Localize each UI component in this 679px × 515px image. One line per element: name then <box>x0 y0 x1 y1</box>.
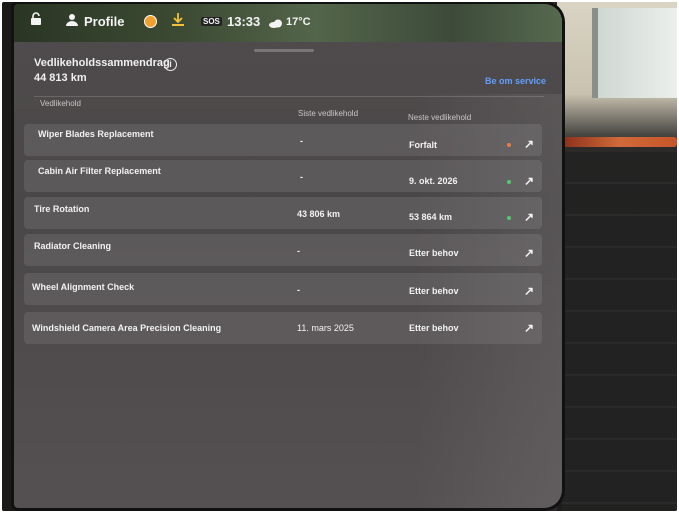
maintenance-name: Cabin Air Filter Replacement <box>38 166 161 176</box>
last-maintenance: 11. mars 2025 <box>297 323 354 333</box>
status-indicator-icon[interactable] <box>144 15 157 28</box>
maintenance-name: Windshield Camera Area Precision Cleanin… <box>32 323 222 333</box>
next-maintenance: Etter behov <box>409 248 459 258</box>
cloud-icon <box>269 16 283 31</box>
sheet-handle[interactable] <box>254 49 314 52</box>
table-row[interactable]: Tire Rotation 43 806 km 53 864 km ↗ <box>24 197 542 229</box>
last-maintenance: - <box>297 285 300 295</box>
arrow-up-right-icon[interactable]: ↗ <box>524 284 534 298</box>
next-maintenance: Forfalt <box>409 140 437 150</box>
maintenance-name: Wheel Alignment Check <box>32 282 135 292</box>
arrow-up-right-icon[interactable]: ↗ <box>524 137 534 151</box>
table-row[interactable]: Wiper Blades Replacement - Forfalt ↗ <box>24 124 542 156</box>
maintenance-name: Wiper Blades Replacement <box>38 129 154 139</box>
request-service-link[interactable]: Be om service <box>485 76 546 86</box>
summary-title: Vedlikeholdssammendrag <box>34 57 170 69</box>
ambient-light-strip <box>562 137 677 147</box>
last-maintenance: - <box>300 136 303 146</box>
next-maintenance: 53 864 km <box>409 212 453 222</box>
status-bar: Profile SOS 13:33 17°C <box>14 4 562 42</box>
download-icon[interactable] <box>172 13 184 29</box>
table-row[interactable]: Radiator Cleaning - Etter behov ↗ <box>24 234 542 266</box>
dashboard-panel <box>562 152 677 511</box>
status-dot <box>507 143 511 147</box>
car-window <box>592 8 677 98</box>
table-row[interactable]: Cabin Air Filter Replacement - 9. okt. 2… <box>24 160 542 192</box>
header-divider <box>34 96 544 97</box>
profile-label[interactable]: Profile <box>84 14 124 29</box>
table-row[interactable]: Windshield Camera Area Precision Cleanin… <box>24 312 542 344</box>
table-row[interactable]: Wheel Alignment Check - Etter behov ↗ <box>24 273 542 305</box>
person-icon[interactable] <box>66 13 78 29</box>
column-header-last: Siste vedlikehold <box>298 109 359 118</box>
maintenance-name: Tire Rotation <box>34 204 90 214</box>
column-header-next: Neste vedlikehold <box>408 113 472 122</box>
odometer-value: 44 813 km <box>34 72 87 84</box>
arrow-up-right-icon[interactable]: ↗ <box>524 174 534 188</box>
lock-icon[interactable] <box>30 12 42 29</box>
sos-badge[interactable]: SOS <box>201 17 222 26</box>
clock: 13:33 <box>227 14 261 29</box>
arrow-up-right-icon[interactable]: ↗ <box>524 321 534 335</box>
last-maintenance: - <box>300 172 303 182</box>
photo-frame: Profile SOS 13:33 17°C Vedlikeholdssamme… <box>2 2 677 511</box>
status-dot <box>507 180 511 184</box>
next-maintenance: Etter behov <box>409 286 459 296</box>
info-icon[interactable]: i <box>164 58 177 71</box>
column-header-maintenance: Vedlikehold <box>40 99 81 108</box>
last-maintenance: 43 806 km <box>297 209 341 219</box>
next-maintenance: 9. okt. 2026 <box>409 176 458 186</box>
last-maintenance: - <box>297 246 300 256</box>
arrow-up-right-icon[interactable]: ↗ <box>524 246 534 260</box>
next-maintenance: Etter behov <box>409 323 459 333</box>
outside-temperature: 17°C <box>286 16 311 28</box>
maintenance-name: Radiator Cleaning <box>34 241 112 251</box>
arrow-up-right-icon[interactable]: ↗ <box>524 210 534 224</box>
status-dot <box>507 216 511 220</box>
touchscreen: Profile SOS 13:33 17°C Vedlikeholdssamme… <box>14 4 562 508</box>
